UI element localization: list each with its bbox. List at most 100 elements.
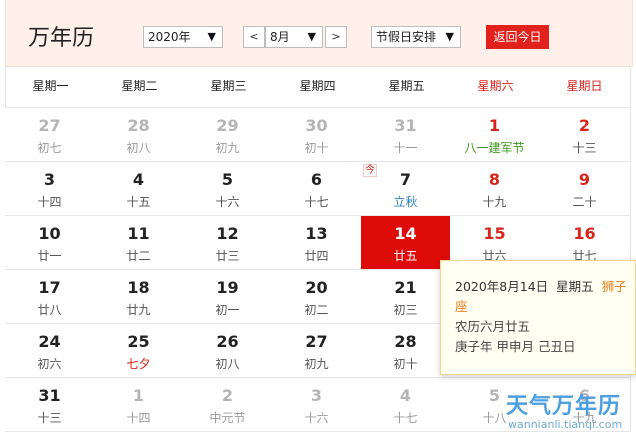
lunar-date: 七夕 <box>126 357 151 371</box>
calendar-day-cell[interactable]: 13 廿四 <box>272 216 362 270</box>
tooltip-zodiac-continued: 座 <box>455 299 468 314</box>
calendar-day-cell[interactable]: 24 初六 <box>5 324 95 378</box>
calendar-day-cell[interactable]: 21 初三 <box>361 270 451 324</box>
calendar-day-cell-selected[interactable]: 14 廿五 <box>361 216 451 270</box>
lunar-date: 初十 <box>393 357 418 371</box>
calendar-widget: 万年历 2020年 ▼ < 8月 ▼ > 节假日安排 ▼ 返回今日 星期一 星期… <box>0 0 636 439</box>
day-number: 1 <box>132 386 145 405</box>
calendar-day-cell[interactable]: 25 七夕 <box>94 324 184 378</box>
calendar-day-cell[interactable]: 2 中元节 <box>183 378 273 432</box>
lunar-date: 十五 <box>126 195 151 209</box>
calendar-day-cell[interactable]: 5 十六 <box>183 162 273 216</box>
day-number: 11 <box>127 224 150 243</box>
calendar-day-cell[interactable]: 7 立秋今 <box>361 162 451 216</box>
lunar-date: 十三 <box>37 411 62 425</box>
calendar-day-cell[interactable]: 1 八一建军节 <box>450 108 540 162</box>
calendar-day-cell[interactable]: 26 初八 <box>183 324 273 378</box>
today-badge: 今 <box>363 164 377 177</box>
day-number: 16 <box>573 224 596 243</box>
back-to-today-button[interactable]: 返回今日 <box>486 25 549 49</box>
calendar-day-cell[interactable]: 6 十七 <box>272 162 362 216</box>
lunar-date: 初八 <box>126 141 151 155</box>
calendar-day-cell[interactable]: 30 初十 <box>272 108 362 162</box>
weekday-label: 星期五 <box>388 79 425 93</box>
tooltip-zodiac: 狮子 <box>601 279 627 294</box>
day-number: 5 <box>221 170 234 189</box>
lunar-date: 初七 <box>37 141 62 155</box>
calendar-day-cell[interactable]: 3 十四 <box>5 162 95 216</box>
calendar-day-cell[interactable]: 27 初九 <box>272 324 362 378</box>
day-number: 1 <box>488 116 501 135</box>
calendar-day-cell[interactable]: 18 廿九 <box>94 270 184 324</box>
day-number: 2 <box>578 116 591 135</box>
lunar-date: 立秋 <box>393 195 418 209</box>
day-number: 20 <box>305 278 328 297</box>
calendar-day-cell[interactable]: 31 十一 <box>361 108 451 162</box>
lunar-date: 初六 <box>37 357 62 371</box>
year-select[interactable]: 2020年 ▼ <box>143 26 223 48</box>
lunar-date: 十六 <box>304 411 329 425</box>
day-number: 2 <box>221 386 234 405</box>
lunar-date: 初二 <box>304 303 329 317</box>
calendar-day-cell[interactable]: 17 廿八 <box>5 270 95 324</box>
calendar-day-cell[interactable]: 19 初一 <box>183 270 273 324</box>
calendar-day-cell[interactable]: 11 廿二 <box>94 216 184 270</box>
weekday-label: 星期四 <box>299 79 336 93</box>
calendar-day-cell[interactable]: 31 十三 <box>5 378 95 432</box>
watermark-logo: 天气万年历 <box>506 394 622 419</box>
calendar-day-cell[interactable]: 28 初十 <box>361 324 451 378</box>
lunar-date: 十七 <box>304 195 329 209</box>
calendar-day-cell[interactable]: 4 十七 <box>361 378 451 432</box>
day-number: 31 <box>394 116 417 135</box>
day-number: 3 <box>310 386 323 405</box>
day-number: 13 <box>305 224 328 243</box>
calendar-day-cell[interactable]: 9 二十 <box>539 162 631 216</box>
lunar-date: 二十 <box>572 195 597 209</box>
day-number: 24 <box>38 332 61 351</box>
day-number: 26 <box>216 332 239 351</box>
calendar-day-cell[interactable]: 8 十九 <box>450 162 540 216</box>
calendar-day-cell[interactable]: 27 初七 <box>5 108 95 162</box>
calendar-header: 万年历 2020年 ▼ < 8月 ▼ > 节假日安排 ▼ 返回今日 <box>5 0 633 67</box>
holiday-select[interactable]: 节假日安排 ▼ <box>371 26 461 48</box>
lunar-date: 十一 <box>393 141 418 155</box>
lunar-date: 十七 <box>393 411 418 425</box>
calendar-day-cell[interactable]: 20 初二 <box>272 270 362 324</box>
lunar-date: 廿五 <box>393 249 418 263</box>
month-select[interactable]: 8月 ▼ <box>265 26 323 48</box>
year-select-value: 2020年 <box>148 30 191 44</box>
day-number: 21 <box>394 278 417 297</box>
day-number: 29 <box>216 116 239 135</box>
tooltip-lunar-date: 农历六月廿五 <box>455 319 531 334</box>
day-number: 18 <box>127 278 150 297</box>
page-title: 万年历 <box>28 26 95 51</box>
lunar-date: 初十 <box>304 141 329 155</box>
site-watermark: 天气万年历 wannianli.tianqi.com <box>506 388 634 438</box>
calendar-day-cell[interactable]: 4 十五 <box>94 162 184 216</box>
calendar-day-cell[interactable]: 10 廿一 <box>5 216 95 270</box>
watermark-url: wannianli.tianqi.com <box>508 418 623 431</box>
weekday-label: 星期三 <box>210 79 247 93</box>
weekday-label: 星期六 <box>477 79 514 93</box>
day-number: 3 <box>43 170 56 189</box>
day-number: 6 <box>310 170 323 189</box>
calendar-day-cell[interactable]: 3 十六 <box>272 378 362 432</box>
calendar-day-cell[interactable]: 2 十三 <box>539 108 631 162</box>
day-number: 28 <box>394 332 417 351</box>
day-number: 14 <box>394 224 417 243</box>
day-number: 31 <box>38 386 61 405</box>
calendar-day-cell[interactable]: 29 初九 <box>183 108 273 162</box>
calendar-day-cell[interactable]: 28 初八 <box>94 108 184 162</box>
lunar-date: 初九 <box>215 141 240 155</box>
day-number: 4 <box>132 170 145 189</box>
day-number: 8 <box>488 170 501 189</box>
calendar-day-cell[interactable]: 1 十四 <box>94 378 184 432</box>
calendar-day-cell[interactable]: 12 廿三 <box>183 216 273 270</box>
date-detail-tooltip: 2020年8月14日 星期五 狮子 座 农历六月廿五 庚子年 甲申月 己丑日 <box>440 260 636 375</box>
lunar-date: 廿三 <box>215 249 240 263</box>
day-number: 19 <box>216 278 239 297</box>
prev-month-button[interactable]: < <box>243 26 265 48</box>
day-number: 9 <box>578 170 591 189</box>
next-month-button[interactable]: > <box>325 26 347 48</box>
holiday-select-value: 节假日安排 <box>376 30 437 44</box>
